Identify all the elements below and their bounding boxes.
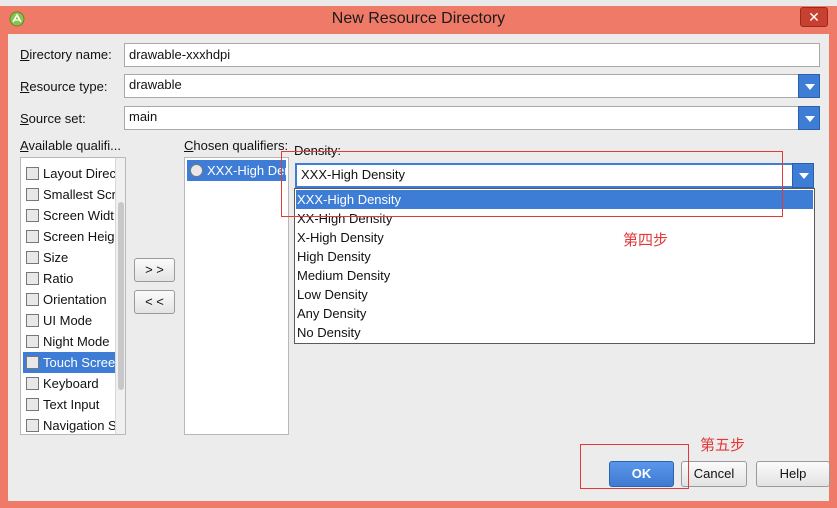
list-item-label: UI Mode bbox=[43, 313, 93, 328]
dialog-window: New Resource Directory ✕ Directory name:… bbox=[0, 0, 837, 508]
chevron-down-icon[interactable] bbox=[792, 163, 814, 188]
list-item[interactable]: Smallest Scr bbox=[23, 184, 115, 205]
list-item-label: Text Input bbox=[43, 397, 100, 412]
close-button[interactable]: ✕ bbox=[800, 7, 828, 27]
title-bar[interactable]: New Resource Directory ✕ bbox=[0, 6, 837, 32]
list-item[interactable]: Screen Heig bbox=[23, 226, 115, 247]
ui-mode-icon bbox=[26, 314, 39, 327]
screen-width-icon bbox=[26, 209, 39, 222]
density-option[interactable]: High Density bbox=[296, 247, 813, 266]
available-qualifiers-label: Available qualifi... bbox=[20, 138, 121, 153]
list-item-label: Orientation bbox=[43, 292, 107, 307]
dialog-title: New Resource Directory bbox=[331, 10, 506, 27]
cancel-button[interactable]: Cancel bbox=[681, 461, 747, 487]
list-item[interactable]: Night Mode bbox=[23, 331, 115, 352]
density-option[interactable]: Low Density bbox=[296, 285, 813, 304]
keyboard-icon bbox=[26, 377, 39, 390]
list-item[interactable]: Keyboard bbox=[23, 373, 115, 394]
size-icon bbox=[26, 251, 39, 264]
density-option[interactable]: X-High Density bbox=[296, 228, 813, 247]
ratio-icon bbox=[26, 272, 39, 285]
night-mode-icon bbox=[26, 335, 39, 348]
list-item[interactable]: Orientation bbox=[23, 289, 115, 310]
layout-direction-icon bbox=[26, 167, 39, 180]
density-option[interactable]: Any Density bbox=[296, 304, 813, 323]
annotation-step5: 第五步 bbox=[700, 436, 746, 454]
list-item-label: Navigation S bbox=[43, 418, 115, 433]
add-qualifier-button[interactable]: > > bbox=[134, 258, 175, 282]
directory-name-input[interactable]: drawable-xxxhdpi bbox=[124, 43, 820, 67]
list-item[interactable]: XXX-High Den bbox=[187, 160, 286, 181]
annotation-box-step4 bbox=[281, 151, 783, 217]
list-item-label: Touch Scree bbox=[43, 355, 115, 370]
smallest-screen-icon bbox=[26, 188, 39, 201]
resource-type-label: Resource type: bbox=[20, 79, 108, 94]
list-item[interactable]: Text Input bbox=[23, 394, 115, 415]
list-item-label: Layout Direc bbox=[43, 166, 115, 181]
list-item-label: Screen Heig bbox=[43, 229, 115, 244]
list-item-label: Ratio bbox=[43, 271, 74, 286]
chevron-down-icon[interactable] bbox=[798, 74, 820, 98]
screen-height-icon bbox=[26, 230, 39, 243]
source-set-dropdown[interactable]: main bbox=[124, 106, 820, 130]
list-item[interactable]: Screen Widt bbox=[23, 205, 115, 226]
text-input-icon bbox=[26, 398, 39, 411]
scrollbar-thumb[interactable] bbox=[118, 202, 124, 390]
list-item[interactable]: Size bbox=[23, 247, 115, 268]
dialog-body: Directory name: drawable-xxxhdpi Resourc… bbox=[8, 34, 830, 501]
resource-type-dropdown[interactable]: drawable bbox=[124, 74, 820, 98]
list-item-label: Smallest Scr bbox=[43, 187, 115, 202]
list-item-label: Keyboard bbox=[43, 376, 99, 391]
source-set-value: main bbox=[129, 109, 158, 124]
list-item[interactable]: Touch Scree bbox=[23, 352, 115, 373]
available-qualifiers-list[interactable]: Layout Direc Smallest Scr Screen Widt Scree… bbox=[20, 157, 126, 435]
orientation-icon bbox=[26, 293, 39, 306]
list-item-label: Size bbox=[43, 250, 69, 265]
remove-qualifier-button[interactable]: < < bbox=[134, 290, 175, 314]
density-icon bbox=[190, 164, 203, 177]
list-item[interactable]: Ratio bbox=[23, 268, 115, 289]
chosen-qualifiers-list[interactable]: XXX-High Den bbox=[184, 157, 289, 435]
touch-screen-icon bbox=[26, 356, 39, 369]
list-item[interactable]: Navigation S bbox=[23, 415, 115, 436]
directory-name-label: Directory name: bbox=[20, 47, 112, 62]
list-item-label: XXX-High Den bbox=[207, 163, 286, 178]
source-set-label: Source set: bbox=[20, 111, 86, 126]
density-option[interactable]: No Density bbox=[296, 323, 813, 342]
navigation-icon bbox=[26, 419, 39, 432]
list-item-label: Screen Widt bbox=[43, 208, 114, 223]
list-item[interactable]: UI Mode bbox=[23, 310, 115, 331]
chevron-down-icon[interactable] bbox=[798, 106, 820, 130]
list-item-label: Night Mode bbox=[43, 334, 110, 349]
annotation-step4: 第四步 bbox=[623, 231, 669, 249]
available-list-scrollbar[interactable] bbox=[115, 158, 125, 434]
help-button[interactable]: Help bbox=[756, 461, 830, 487]
resource-type-value: drawable bbox=[129, 77, 182, 92]
annotation-box-step5 bbox=[580, 444, 689, 489]
list-item[interactable]: Layout Direc bbox=[23, 163, 115, 184]
density-option[interactable]: Medium Density bbox=[296, 266, 813, 285]
chosen-qualifiers-label: Chosen qualifiers: bbox=[184, 138, 289, 153]
